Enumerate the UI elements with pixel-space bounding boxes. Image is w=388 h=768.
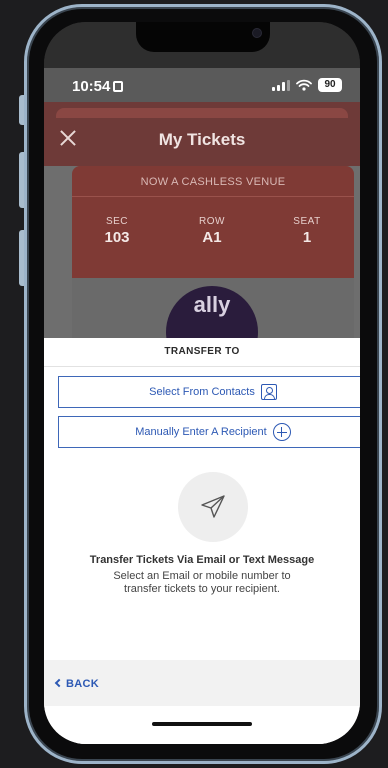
phone-screen: 10:54 90 My Tickets NOW A CASHLESS VENUE… [44, 22, 360, 744]
paper-plane-badge [178, 472, 248, 542]
home-area [44, 706, 360, 744]
top-bezel [44, 22, 360, 68]
empty-state-description: Select an Email or mobile number to tran… [113, 570, 291, 595]
venue-logo-text: ally [193, 292, 231, 317]
back-button[interactable]: BACK [54, 678, 99, 690]
sheet-title: TRANSFER TO [164, 346, 240, 357]
contacts-icon [260, 384, 277, 400]
ticket-lower: ally [72, 278, 354, 338]
stage: 10:54 90 My Tickets NOW A CASHLESS VENUE… [0, 0, 388, 768]
home-indicator[interactable] [152, 722, 252, 726]
transfer-sheet: TRANSFER TO Select From Contacts Manuall… [44, 338, 360, 744]
paper-plane-icon [201, 495, 225, 518]
sec-value: 103 [104, 229, 130, 246]
manually-enter-recipient-label: Manually Enter A Recipient [135, 426, 267, 438]
status-time: 10:54 [72, 78, 124, 95]
ticket-card[interactable]: NOW A CASHLESS VENUE SEC 103 ROW A1 SEAT… [72, 166, 354, 338]
seat-value: 1 [302, 229, 312, 246]
ticket-carousel[interactable]: NOW A CASHLESS VENUE SEC 103 ROW A1 SEAT… [44, 166, 360, 338]
sheet-divider [44, 366, 360, 367]
page-title: My Tickets [158, 130, 246, 149]
seat-column: SEAT 1 [267, 216, 347, 246]
cashless-banner: NOW A CASHLESS VENUE [140, 176, 286, 188]
row-label: ROW [199, 216, 225, 227]
back-bar: BACK [44, 660, 360, 706]
row-value: A1 [202, 229, 222, 246]
empty-state-title: Transfer Tickets Via Email or Text Messa… [89, 554, 315, 566]
battery-icon: 90 [318, 78, 342, 92]
status-bar: 10:54 90 [44, 68, 360, 102]
battery-level: 90 [324, 79, 336, 90]
status-time-text: 10:54 [72, 78, 111, 95]
ticket-divider [72, 196, 354, 197]
header-stack-edge [56, 108, 348, 118]
app-header: My Tickets [44, 102, 360, 166]
camera-icon [252, 28, 262, 38]
wifi-icon [296, 79, 312, 91]
seat-label: SEAT [293, 216, 321, 227]
select-from-contacts-label: Select From Contacts [149, 386, 255, 398]
plus-circle-icon [272, 423, 291, 441]
sec-label: SEC [105, 216, 129, 227]
back-label: BACK [66, 678, 99, 690]
manually-enter-recipient-button[interactable]: Manually Enter A Recipient [58, 416, 360, 448]
signal-icon [272, 79, 290, 91]
status-icons: 90 [272, 78, 342, 92]
venue-logo: ally [166, 286, 258, 338]
notch [136, 22, 270, 52]
row-column: ROW A1 [172, 216, 252, 246]
select-from-contacts-button[interactable]: Select From Contacts [58, 376, 360, 408]
chevron-left-icon [54, 678, 64, 688]
focus-icon [113, 81, 124, 92]
sec-column: SEC 103 [77, 216, 157, 246]
